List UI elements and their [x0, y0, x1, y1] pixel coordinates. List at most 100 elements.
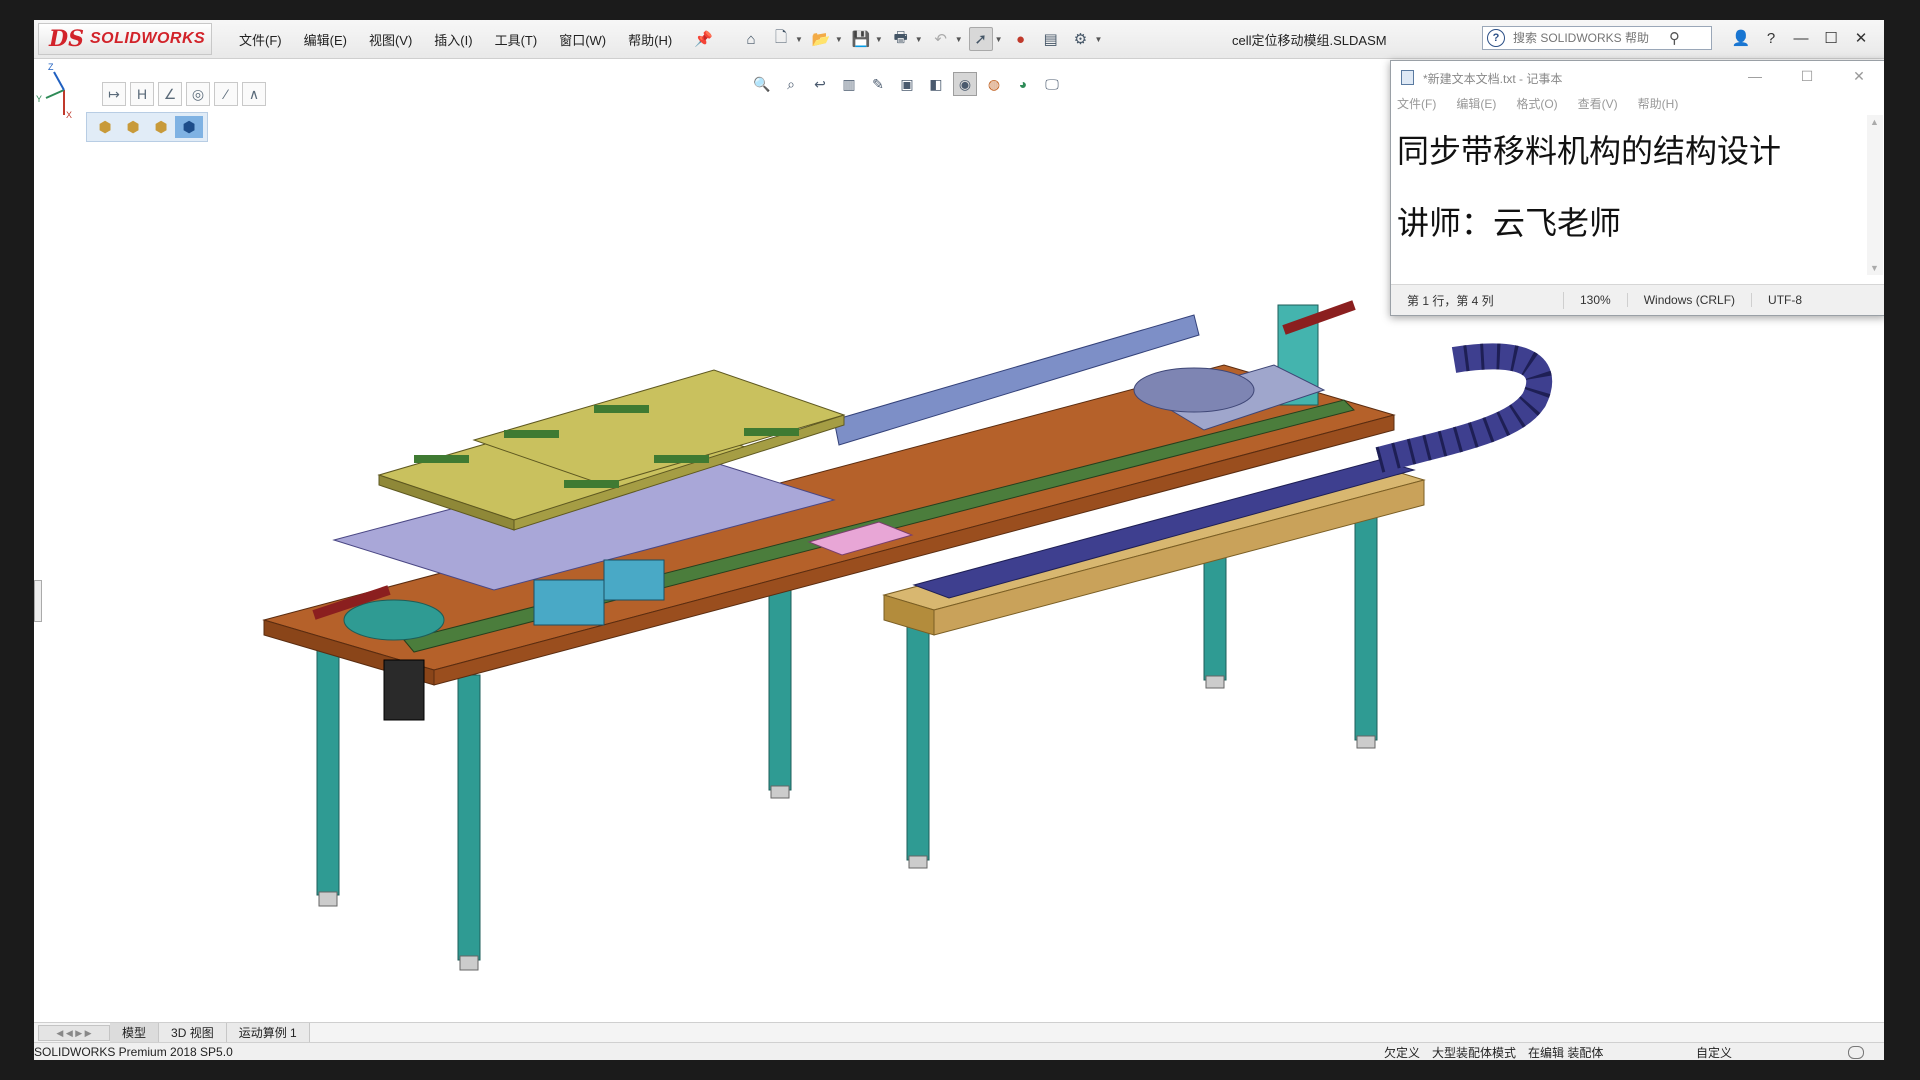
leg: [1354, 499, 1378, 741]
options-icon[interactable]: ⚙: [1069, 27, 1093, 51]
help-search-input[interactable]: [1511, 30, 1665, 46]
line-icon[interactable]: ⁄: [214, 82, 238, 106]
menu-file[interactable]: 文件(F): [239, 30, 282, 49]
horizontal-dimension-icon[interactable]: H: [130, 82, 154, 106]
file-properties-icon[interactable]: ▤: [1039, 27, 1063, 51]
ds-logo-icon: DS: [49, 26, 84, 52]
status-editing: 在编辑 装配体: [1528, 1045, 1604, 1060]
leg-foot: [770, 785, 790, 799]
solidworks-window: DS SOLIDWORKS 文件(F) 编辑(E) 视图(V) 插入(I) 工具…: [34, 20, 1884, 1060]
search-icon[interactable]: ⚲: [1669, 29, 1680, 47]
menu-tools[interactable]: 工具(T): [495, 30, 538, 49]
apply-scene-icon[interactable]: ◕: [1011, 72, 1035, 96]
leg: [457, 674, 481, 961]
section-view-icon[interactable]: ▥: [837, 72, 861, 96]
tab-motion-study[interactable]: 运动算例 1: [226, 1023, 310, 1043]
circle-icon[interactable]: ◎: [186, 82, 210, 106]
save-icon[interactable]: 💾: [849, 27, 873, 51]
svg-text:X: X: [66, 110, 72, 120]
pin-menu-icon[interactable]: 📌: [694, 30, 713, 48]
main-menu: 文件(F) 编辑(E) 视图(V) 插入(I) 工具(T) 窗口(W) 帮助(H…: [239, 20, 694, 58]
user-icon[interactable]: 👤: [1726, 26, 1756, 50]
idler-pulley: [1133, 367, 1255, 413]
units-custom[interactable]: 自定义: [1696, 1044, 1732, 1061]
notepad-menu: 文件(F) 编辑(E) 格式(O) 查看(V) 帮助(H): [1397, 95, 1698, 112]
brand-name: SOLIDWORKS: [89, 30, 206, 47]
notepad-window[interactable]: *新建文本文档.txt - 记事本 — ☐ ✕ 文件(F) 编辑(E) 格式(O…: [1390, 60, 1884, 316]
angle-icon[interactable]: ∠: [158, 82, 182, 106]
notepad-menu-help[interactable]: 帮助(H): [1638, 95, 1679, 112]
trimetric-view-icon[interactable]: ⬢: [119, 116, 147, 138]
heads-up-view-toolbar: 🔍 ⌕ ↩ ▥ ✎ ▣ ◧ ◉ ◍ ◕ 🖵: [750, 70, 1069, 98]
traffic-light-icon[interactable]: ●: [1009, 27, 1033, 51]
coordinate-triad: Z Y X: [36, 62, 72, 120]
encoding: UTF-8: [1768, 293, 1803, 307]
notepad-menu-view[interactable]: 查看(V): [1578, 95, 1618, 112]
hide-show-icon[interactable]: ◉: [953, 72, 977, 96]
view-orientation-icon[interactable]: ▣: [895, 72, 919, 96]
leg: [906, 609, 930, 861]
tab-navigation[interactable]: ◀ ◀ ▶ ▶: [38, 1025, 110, 1041]
stepper-motor: [383, 659, 425, 721]
zoom-level: 130%: [1564, 293, 1628, 307]
notepad-maximize-icon[interactable]: ☐: [1781, 61, 1833, 91]
dynamic-annotation-icon[interactable]: ✎: [866, 72, 890, 96]
menu-view[interactable]: 视图(V): [369, 30, 412, 49]
home-icon[interactable]: ⌂: [739, 27, 763, 51]
print-icon[interactable]: 🖶: [889, 27, 913, 51]
help-search-box[interactable]: ? ⚲: [1482, 26, 1712, 50]
menu-insert[interactable]: 插入(I): [434, 30, 472, 49]
notepad-close-icon[interactable]: ✕: [1833, 61, 1884, 91]
solidworks-logo[interactable]: DS SOLIDWORKS: [38, 23, 212, 55]
minimize-icon[interactable]: —: [1786, 26, 1816, 50]
notepad-menu-format[interactable]: 格式(O): [1516, 95, 1557, 112]
sketch-toolbar: ↦ H ∠ ◎ ⁄ ∧: [102, 82, 270, 106]
undo-icon[interactable]: ↶: [929, 27, 953, 51]
status-underdefined: 欠定义: [1384, 1045, 1421, 1060]
tab-3d-view[interactable]: 3D 视图: [159, 1023, 227, 1043]
chat-icon[interactable]: [1848, 1045, 1864, 1059]
previous-view-icon[interactable]: ↩: [808, 72, 832, 96]
view-orientation-bar: ⬢ ⬢ ⬢ ⬢: [86, 112, 208, 142]
zoom-area-icon[interactable]: ⌕: [779, 72, 803, 96]
notepad-minimize-icon[interactable]: —: [1729, 61, 1781, 91]
feature-manager-toggle[interactable]: [34, 580, 42, 622]
menu-help[interactable]: 帮助(H): [628, 30, 672, 49]
notepad-window-controls: — ☐ ✕: [1729, 61, 1884, 91]
maximize-icon[interactable]: ☐: [1816, 26, 1846, 50]
new-document-icon[interactable]: 🗋: [769, 27, 793, 51]
edit-appearance-icon[interactable]: ◍: [982, 72, 1006, 96]
notepad-titlebar[interactable]: *新建文本文档.txt - 记事本 — ☐ ✕: [1391, 61, 1884, 93]
notepad-line-lecturer: 讲师：云飞老师: [1397, 204, 1622, 242]
close-icon[interactable]: ✕: [1846, 26, 1876, 50]
scroll-up-icon[interactable]: ▲: [1870, 117, 1879, 127]
angle-line-icon[interactable]: ∧: [242, 82, 266, 106]
window-controls: 👤 ? — ☐ ✕: [1726, 26, 1876, 50]
tab-model[interactable]: 模型: [110, 1023, 160, 1043]
view-settings-icon[interactable]: 🖵: [1040, 72, 1064, 96]
help-icon[interactable]: ?: [1756, 26, 1786, 50]
notepad-scrollbar[interactable]: ▲ ▼: [1867, 115, 1883, 275]
help-question-icon: ?: [1487, 29, 1505, 47]
isometric-view-icon[interactable]: ⬢: [91, 116, 119, 138]
leg: [768, 579, 792, 791]
model-tabs: ◀ ◀ ▶ ▶ 模型 3D 视图 运动算例 1: [34, 1022, 1884, 1043]
smart-dimension-icon[interactable]: ↦: [102, 82, 126, 106]
display-style-icon[interactable]: ◧: [924, 72, 948, 96]
select-icon[interactable]: ➚: [968, 27, 993, 51]
notepad-text-area[interactable]: 同步带移料机构的结构设计 讲师：云飞老师: [1397, 115, 1863, 275]
leg-foot: [459, 955, 479, 971]
notepad-menu-edit[interactable]: 编辑(E): [1456, 95, 1496, 112]
zoom-to-fit-icon[interactable]: 🔍: [750, 72, 774, 96]
notepad-line-title: 同步带移料机构的结构设计: [1397, 132, 1782, 170]
normal-to-view-icon[interactable]: ⬢: [175, 116, 203, 138]
menu-edit[interactable]: 编辑(E): [304, 30, 347, 49]
menu-window[interactable]: 窗口(W): [559, 30, 606, 49]
drive-pulley: [343, 599, 445, 641]
scroll-down-icon[interactable]: ▼: [1870, 263, 1879, 273]
dimetric-view-icon[interactable]: ⬢: [147, 116, 175, 138]
notepad-menu-file[interactable]: 文件(F): [1397, 95, 1436, 112]
document-title: cell定位移动模组.SLDASM: [1232, 33, 1387, 48]
open-icon[interactable]: 📂: [809, 27, 833, 51]
leg-foot: [1205, 675, 1225, 689]
